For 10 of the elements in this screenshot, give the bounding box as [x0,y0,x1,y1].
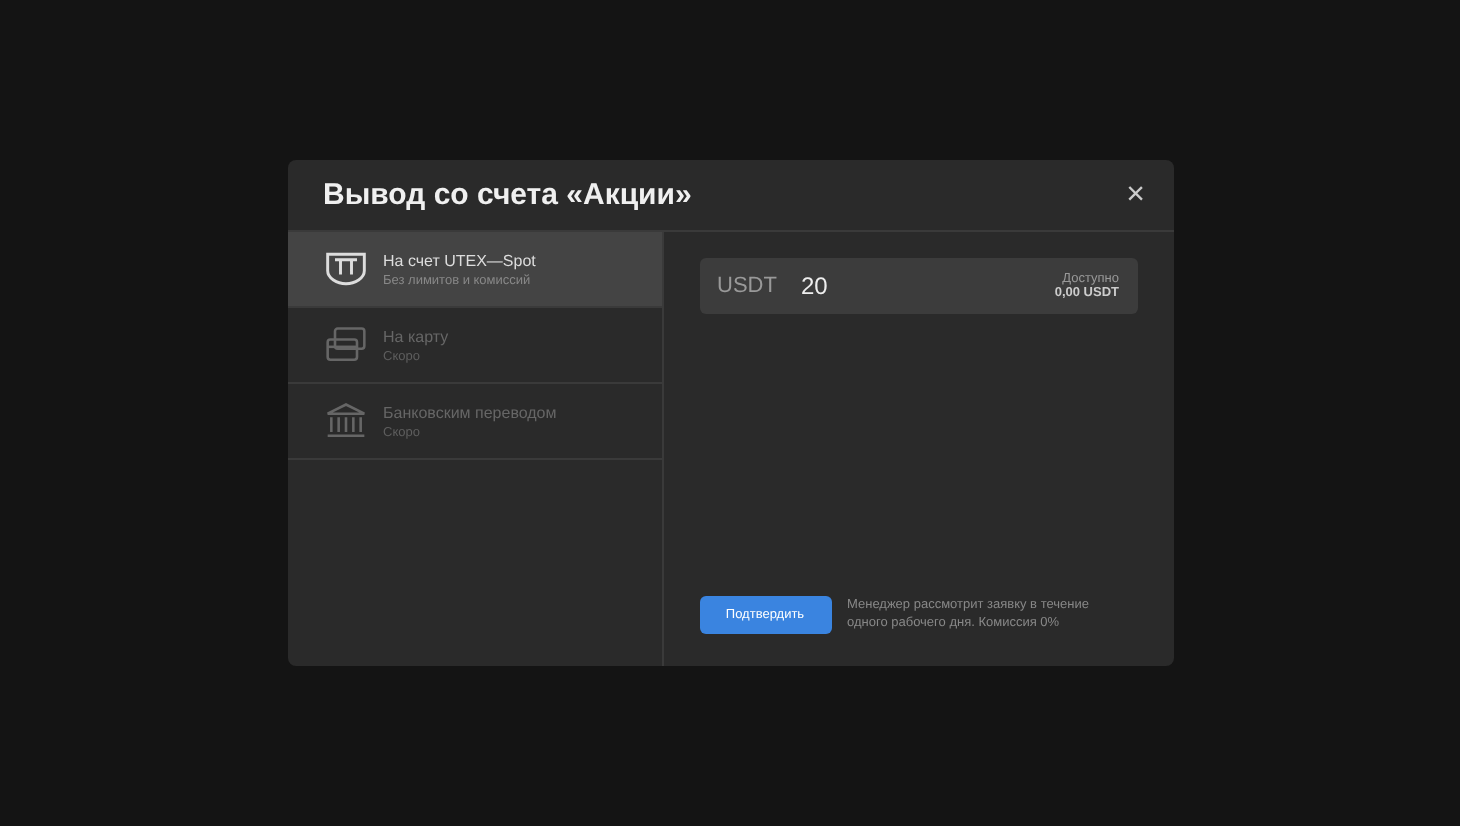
cards-icon [323,326,367,364]
dialog-title: Вывод со счета «Акции» [323,178,692,212]
method-label: На счет UTEX—Spot [383,251,536,269]
shield-icon [323,250,367,288]
method-label: Банковским переводом [383,403,557,421]
currency-label: USDT [717,274,777,298]
close-button[interactable]: × [1118,177,1153,213]
bank-icon [323,402,367,440]
amount-value: 20 [800,272,830,300]
method-label: На карту [383,327,449,345]
